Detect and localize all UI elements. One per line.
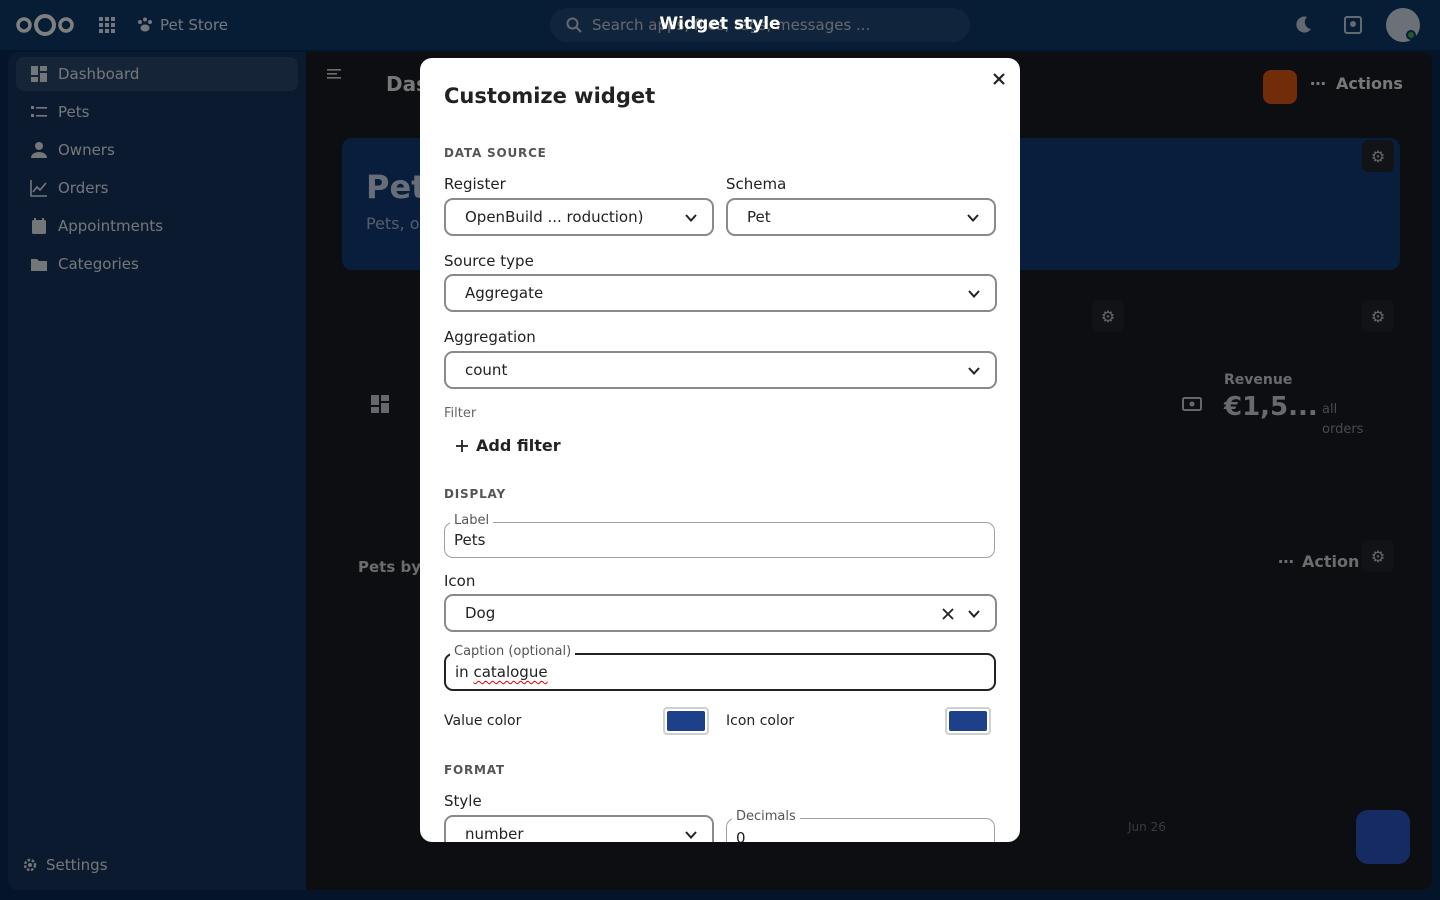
chevron-down-icon (685, 214, 697, 222)
register-value: OpenBuild ... roduction) (465, 208, 644, 226)
chevron-down-icon (967, 214, 979, 222)
customize-widget-dialog: Customize widget DATA SOURCE Register Op… (420, 58, 1020, 842)
chevron-down-icon (968, 610, 980, 618)
add-filter-button[interactable]: Add filter (456, 436, 561, 455)
clear-icon[interactable] (941, 607, 955, 621)
schema-label: Schema (726, 175, 787, 193)
chevron-down-icon (968, 290, 980, 298)
icon-color-swatch[interactable] (945, 707, 991, 735)
decimals-value: 0 (736, 829, 746, 842)
source-type-label: Source type (444, 252, 534, 270)
value-color-label: Value color (444, 713, 522, 729)
chevron-down-icon (685, 831, 697, 839)
value-color-swatch[interactable] (663, 707, 709, 735)
icon-label: Icon (444, 572, 476, 590)
label-legend: Label (450, 513, 494, 528)
format-heading: FORMAT (444, 763, 505, 777)
register-select[interactable]: OpenBuild ... roduction) (444, 198, 714, 236)
style-select[interactable]: number (444, 815, 714, 842)
icon-value: Dog (465, 604, 496, 622)
window-title: Widget style (659, 14, 781, 34)
icon-color-label: Icon color (726, 713, 795, 729)
display-heading: DISPLAY (444, 487, 506, 501)
value-color-fill (667, 711, 705, 731)
caption-word: catalogue (473, 663, 548, 681)
icon-select[interactable]: Dog (444, 594, 997, 632)
label-value: Pets (454, 531, 486, 549)
icon-color-fill (949, 711, 987, 731)
caption-value: in catalogue (455, 663, 548, 681)
label-input[interactable]: Pets (444, 522, 995, 558)
register-label: Register (444, 175, 506, 193)
plus-icon (456, 439, 468, 452)
close-button[interactable] (988, 68, 1010, 90)
aggregation-value: count (465, 361, 508, 379)
dialog-title: Customize widget (444, 84, 656, 108)
style-label: Style (444, 792, 482, 810)
aggregation-label: Aggregation (444, 328, 536, 346)
aggregation-select[interactable]: count (444, 351, 997, 389)
data-source-heading: DATA SOURCE (444, 146, 547, 160)
schema-value: Pet (747, 208, 771, 226)
schema-select[interactable]: Pet (726, 198, 996, 236)
source-type-value: Aggregate (465, 284, 544, 302)
style-value: number (465, 825, 524, 842)
decimals-legend: Decimals (732, 809, 800, 824)
close-icon (993, 73, 1005, 85)
caption-prefix: in (455, 663, 474, 681)
add-filter-label: Add filter (476, 436, 561, 455)
caption-legend: Caption (optional) (450, 644, 576, 659)
filter-label: Filter (444, 406, 477, 421)
chevron-down-icon (968, 367, 980, 375)
source-type-select[interactable]: Aggregate (444, 274, 997, 312)
